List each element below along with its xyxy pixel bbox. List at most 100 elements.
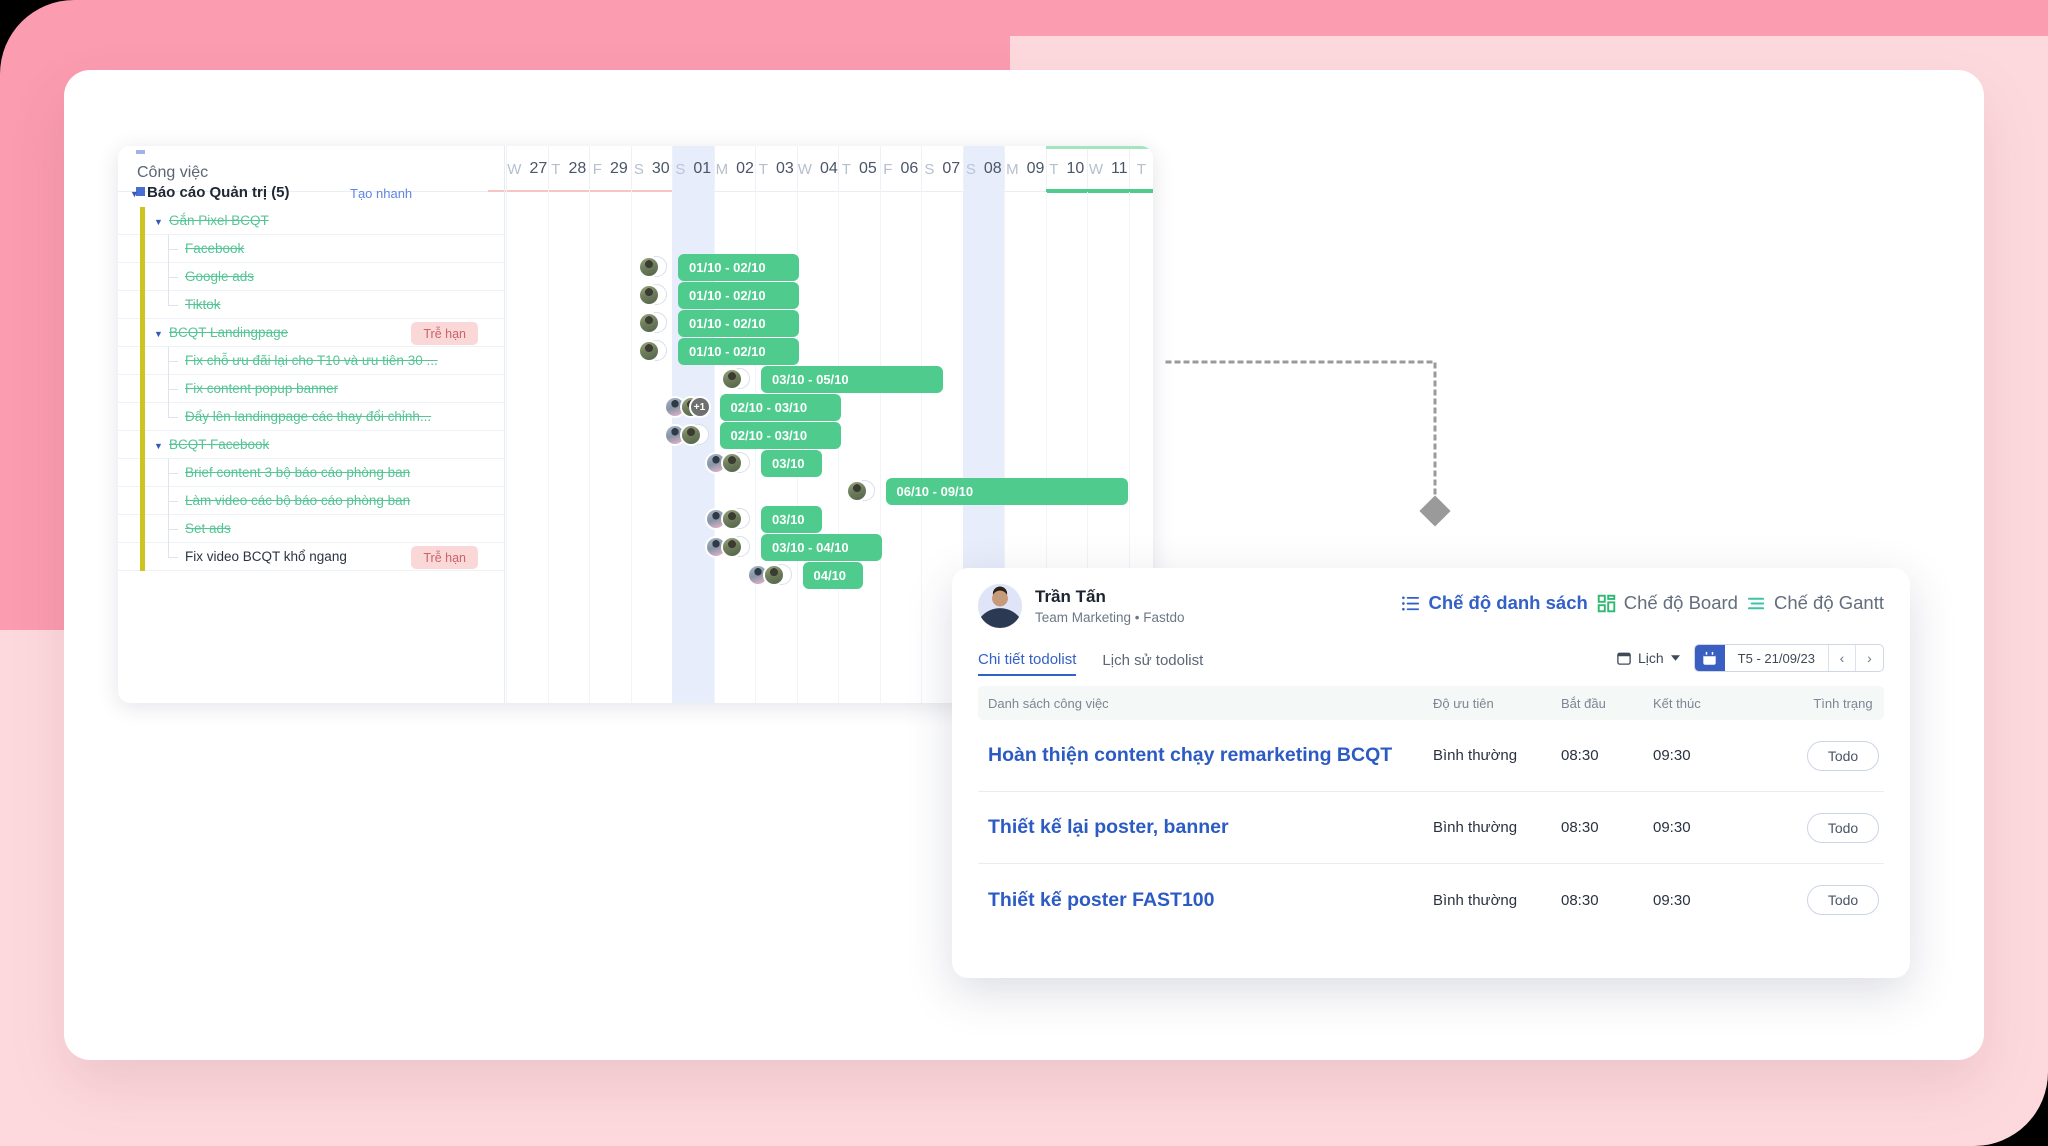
date-header-weekday: T (758, 160, 768, 178)
assignee-avatar[interactable] (638, 340, 660, 362)
date-header-weekday: W (1088, 160, 1104, 178)
corner-mask-bottom-right (1968, 1066, 2048, 1146)
gantt-bar[interactable]: 06/10 - 09/10 (885, 478, 1128, 505)
tree-connector (168, 403, 169, 417)
gantt-bar[interactable]: 03/10 (761, 450, 822, 477)
date-prev-button[interactable]: ‹ (1829, 645, 1856, 671)
assignee-avatar[interactable] (762, 564, 785, 586)
date-next-button[interactable]: › (1856, 645, 1883, 671)
gantt-bar[interactable]: 02/10 - 03/10 (719, 422, 841, 449)
gantt-task-row[interactable]: ▼ BCQT Landingpage Trễ hạn (118, 319, 504, 347)
status-badge-late: Trễ hạn (411, 322, 478, 345)
tab-todolist-detail[interactable]: Chi tiết todolist (978, 651, 1077, 676)
gantt-task-row[interactable]: ▼ Gắn Pixel BCQT (118, 207, 504, 235)
date-header-daynum: 09 (1026, 160, 1045, 177)
gantt-task-name[interactable]: Set ads (185, 521, 231, 536)
gantt-task-row[interactable]: Fix content popup banner (118, 375, 504, 403)
assignee-avatar[interactable] (638, 256, 660, 278)
column-header-start: Bắt đầu (1561, 695, 1606, 711)
gantt-task-row[interactable]: Facebook (118, 235, 504, 263)
status-badge[interactable]: Todo (1807, 740, 1879, 771)
assignee-avatar[interactable] (638, 312, 660, 334)
view-mode-board[interactable]: Chế độ Board (1597, 592, 1738, 614)
gantt-range-top (1045, 146, 1153, 149)
date-header-cell: W 11 (1087, 146, 1129, 192)
gantt-task-name[interactable]: Làm video các bộ báo cáo phòng ban (185, 493, 410, 508)
gantt-task-row[interactable]: Set ads (118, 515, 504, 543)
grid-line (630, 192, 632, 703)
chevron-down-icon[interactable]: ▼ (130, 190, 139, 199)
status-badge[interactable]: Todo (1807, 812, 1879, 843)
gantt-task-row[interactable]: Brief content 3 bộ báo cáo phòng ban (118, 459, 504, 487)
assignee-avatar[interactable] (845, 480, 868, 502)
gantt-task-name[interactable]: Fix content popup banner (185, 381, 338, 396)
gantt-task-name[interactable]: Facebook (185, 241, 244, 256)
task-title[interactable]: Thiết kế poster FAST100 (988, 889, 1215, 911)
gantt-task-row[interactable]: ▼ BCQT Facebook (118, 431, 504, 459)
group-color-marker (140, 291, 145, 319)
tree-connector (168, 515, 169, 529)
date-header-weekday: F (883, 160, 893, 178)
chevron-down-icon[interactable]: ▼ (154, 330, 163, 339)
chevron-down-icon[interactable]: ▼ (154, 218, 163, 227)
view-mode-list[interactable]: Chế độ danh sách (1401, 592, 1588, 614)
assignee-avatar[interactable] (721, 452, 743, 474)
gantt-task-row[interactable]: Tiktok (118, 291, 504, 319)
gantt-task-name[interactable]: Đẩy lên landingpage các thay đổi chỉnh..… (185, 409, 431, 424)
assignee-overflow-count[interactable]: +1 (688, 396, 711, 418)
date-header-weekday: T (1136, 160, 1146, 178)
assignee-avatar[interactable] (721, 368, 743, 390)
scrollbar-thumb-top[interactable] (136, 150, 145, 154)
gantt-bar[interactable]: 01/10 - 02/10 (678, 254, 800, 281)
grid-line (547, 192, 549, 703)
date-value[interactable]: T5 - 21/09/23 (1725, 645, 1829, 671)
gantt-task-name[interactable]: BCQT Facebook (169, 437, 269, 452)
assignee-avatar[interactable] (721, 508, 743, 530)
gantt-group-row[interactable]: ▼ Báo cáo Quản trị (5) Tạo nhanh (118, 179, 504, 207)
table-row[interactable]: Thiết kế poster FAST100 Bình thường 08:30 0… (978, 864, 1884, 936)
user-block: Trần Tấn Team Marketing • Fastdo (978, 584, 1185, 628)
date-header-cell: W 04 (796, 146, 839, 192)
gantt-task-row[interactable]: Làm video các bộ báo cáo phòng ban (118, 487, 504, 515)
tree-stub (168, 417, 178, 418)
date-picker-button[interactable] (1694, 645, 1725, 671)
assignee-avatar[interactable] (679, 424, 702, 446)
gantt-task-name[interactable]: Tiktok (185, 297, 221, 312)
table-row[interactable]: Thiết kế lại poster, banner Bình thường 08… (978, 792, 1884, 864)
gantt-task-name[interactable]: Google ads (185, 269, 254, 284)
date-header-weekday: T (551, 160, 561, 178)
gantt-bar[interactable]: 04/10 (802, 562, 864, 589)
table-row[interactable]: Hoàn thiện content chạy remarketing BCQT… (978, 720, 1884, 792)
assignee-avatar[interactable] (638, 284, 660, 306)
assignee-avatar[interactable] (721, 536, 743, 558)
gantt-pane-divider[interactable] (504, 146, 505, 703)
chevron-down-icon[interactable]: ▼ (154, 442, 163, 451)
gantt-bar[interactable]: 01/10 - 02/10 (678, 282, 800, 309)
column-header-priority: Độ ưu tiên (1433, 695, 1494, 711)
gantt-task-row[interactable]: Google ads (118, 263, 504, 291)
gantt-bar[interactable]: 01/10 - 02/10 (678, 310, 800, 337)
gantt-bar[interactable]: 01/10 - 02/10 (678, 338, 800, 365)
gantt-task-name[interactable]: Fix video BCQT khổ ngang (185, 549, 347, 564)
task-title[interactable]: Hoàn thiện content chạy remarketing BCQT (988, 744, 1392, 766)
gantt-bar[interactable]: 03/10 - 05/10 (761, 366, 943, 393)
gantt-task-name[interactable]: Fix chỗ ưu đãi lại cho T10 và ưu tiên 30… (185, 353, 438, 368)
gantt-task-row[interactable]: Fix video BCQT khổ ngang Trễ hạn (118, 543, 504, 571)
gantt-task-name[interactable]: BCQT Landingpage (169, 325, 288, 340)
group-color-marker (140, 431, 145, 459)
gantt-bar[interactable]: 02/10 - 03/10 (719, 394, 841, 421)
status-badge[interactable]: Todo (1807, 885, 1879, 915)
gantt-bar[interactable]: 03/10 (761, 506, 822, 533)
group-color-marker (140, 459, 145, 487)
gantt-task-name[interactable]: Gắn Pixel BCQT (169, 213, 269, 228)
gantt-task-name[interactable]: Brief content 3 bộ báo cáo phòng ban (185, 465, 410, 480)
calendar-select[interactable]: Lịch (1617, 650, 1680, 666)
date-header-cell: F 06 (879, 146, 922, 192)
task-title[interactable]: Thiết kế lại poster, banner (988, 816, 1229, 838)
quick-create-link[interactable]: Tạo nhanh (350, 186, 412, 201)
gantt-bar[interactable]: 03/10 - 04/10 (761, 534, 883, 561)
tab-todolist-history[interactable]: Lịch sử todolist (1102, 652, 1203, 675)
gantt-task-row[interactable]: Đẩy lên landingpage các thay đổi chỉnh..… (118, 403, 504, 431)
view-mode-gantt[interactable]: Chế độ Gantt (1747, 592, 1884, 614)
gantt-task-row[interactable]: Fix chỗ ưu đãi lại cho T10 và ưu tiên 30… (118, 347, 504, 375)
